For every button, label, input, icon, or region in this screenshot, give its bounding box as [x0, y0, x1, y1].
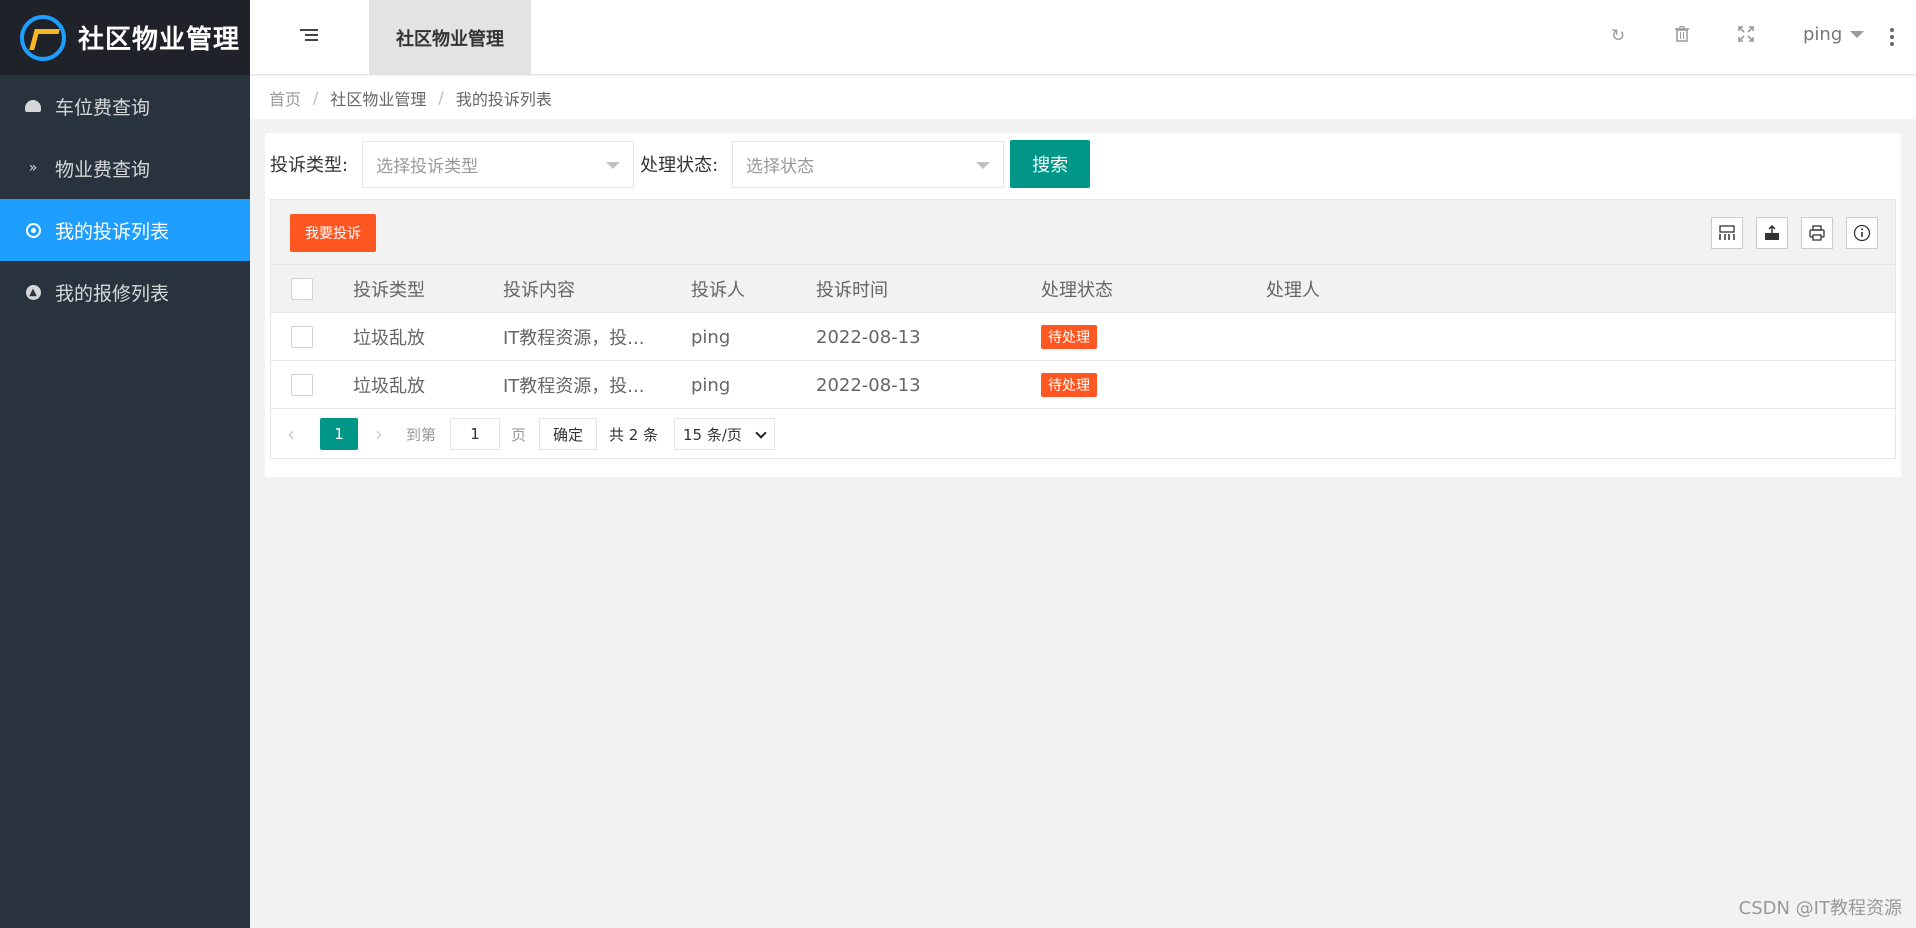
cell-time: 2022-08-13 [816, 374, 921, 396]
breadcrumb-separator: / [438, 88, 444, 107]
total-count: 共 2 条 [609, 425, 659, 444]
cell-type: 垃圾乱放 [353, 376, 425, 397]
page-current[interactable]: 1 [320, 418, 358, 450]
pagination: ‹ 1 › 到第 1 页 确定 共 2 条 15 条/页 [271, 409, 1895, 459]
sidebar-item-my-complaints[interactable]: 我的投诉列表 [0, 199, 250, 261]
table-header-row: 投诉类型 投诉内容 投诉人 投诉时间 处理状态 处理人 [271, 265, 1895, 313]
chevron-down-icon [755, 427, 767, 439]
sidebar-item-parking-fee[interactable]: 车位费查询 [0, 75, 250, 137]
radio-dot-icon [25, 222, 41, 238]
row-checkbox[interactable] [291, 374, 313, 396]
status-placeholder: 选择状态 [746, 156, 815, 177]
breadcrumb-separator: / [313, 88, 319, 107]
complaint-table: 我要投诉 投诉类型 投诉内容 投诉人 投诉时间 处理状态 处理人 垃圾乱放 IT… [270, 199, 1896, 459]
cell-time: 2022-08-13 [816, 326, 921, 348]
dropdown-arrow-icon [976, 161, 991, 169]
sidebar-item-label: 物业费查询 [55, 158, 151, 181]
column-header[interactable]: 处理人 [1266, 265, 1320, 313]
trash-icon[interactable] [1672, 25, 1692, 46]
complaint-type-placeholder: 选择投诉类型 [376, 156, 479, 177]
watermark: CSDN @IT教程资源 [1738, 898, 1902, 919]
cell-content: IT教程资源，投... [503, 376, 645, 397]
menu-toggle-icon[interactable] [300, 29, 318, 43]
print-icon[interactable] [1801, 217, 1833, 249]
sidebar: 社区物业管理 车位费查询 » 物业费查询 我的投诉列表 ▲ 我的报修列表 [0, 0, 250, 928]
circle-up-icon: ▲ [25, 284, 41, 300]
status-badge: 待处理 [1041, 325, 1097, 349]
sidebar-item-label: 我的报修列表 [55, 282, 170, 305]
breadcrumb-section[interactable]: 社区物业管理 [330, 86, 426, 110]
breadcrumb-current: 我的投诉列表 [455, 89, 552, 109]
user-menu[interactable]: ping [1803, 24, 1865, 45]
status-badge: 待处理 [1041, 373, 1097, 397]
header-tab[interactable]: 社区物业管理 [369, 0, 531, 75]
caret-down-icon [1850, 31, 1865, 38]
gauge-icon [25, 98, 41, 114]
refresh-icon[interactable]: ↻ [1608, 26, 1628, 46]
page-size-value: 15 条/页 [683, 425, 742, 444]
table-row[interactable]: 垃圾乱放 IT教程资源，投... ping 2022-08-13 待处理 [271, 361, 1895, 409]
app-title: 社区物业管理 [78, 25, 241, 55]
main-card: 投诉类型: 选择投诉类型 处理状态: 选择状态 搜索 我要投诉 投诉类型 投诉内… [265, 133, 1901, 477]
sidebar-item-label: 车位费查询 [55, 96, 151, 119]
more-vertical-icon[interactable] [1890, 28, 1894, 49]
row-checkbox[interactable] [291, 326, 313, 348]
username: ping [1803, 24, 1843, 45]
double-chevron-down-icon: » [28, 160, 38, 176]
status-select[interactable]: 选择状态 [732, 140, 1005, 188]
breadcrumb: 首页 / 社区物业管理 / 我的投诉列表 [250, 76, 1916, 119]
next-page-icon[interactable]: › [375, 418, 383, 450]
column-header[interactable]: 投诉类型 [353, 265, 425, 313]
breadcrumb-home[interactable]: 首页 [269, 86, 301, 110]
logo-icon [20, 14, 66, 61]
info-icon[interactable] [1846, 217, 1878, 249]
top-header: 社区物业管理 ↻ ping [250, 0, 1916, 75]
select-all-checkbox[interactable] [291, 278, 313, 300]
page-label: 页 [511, 425, 527, 444]
column-header[interactable]: 投诉内容 [503, 265, 575, 313]
prev-page-icon[interactable]: ‹ [287, 418, 295, 450]
cell-person: ping [691, 326, 731, 348]
cell-person: ping [691, 374, 731, 396]
table-row[interactable]: 垃圾乱放 IT教程资源，投... ping 2022-08-13 待处理 [271, 313, 1895, 361]
fullscreen-icon[interactable] [1736, 26, 1756, 46]
add-complaint-button[interactable]: 我要投诉 [290, 214, 376, 252]
sidebar-item-my-repairs[interactable]: ▲ 我的报修列表 [0, 261, 250, 323]
export-icon[interactable] [1756, 217, 1788, 249]
goto-label: 到第 [406, 425, 437, 444]
search-button[interactable]: 搜索 [1010, 140, 1091, 188]
sidebar-item-label: 我的投诉列表 [55, 220, 170, 243]
goto-page-input[interactable]: 1 [450, 418, 500, 450]
goto-confirm-button[interactable]: 确定 [539, 418, 597, 450]
columns-icon[interactable] [1711, 217, 1743, 249]
complaint-type-label: 投诉类型: [270, 155, 349, 176]
column-header[interactable]: 投诉人 [691, 265, 745, 313]
status-label: 处理状态: [640, 155, 719, 176]
table-toolbar: 我要投诉 [271, 200, 1895, 265]
column-header[interactable]: 投诉时间 [816, 265, 888, 313]
dropdown-arrow-icon [606, 161, 621, 169]
column-header[interactable]: 处理状态 [1041, 265, 1113, 313]
cell-type: 垃圾乱放 [353, 328, 425, 349]
complaint-type-select[interactable]: 选择投诉类型 [362, 140, 635, 188]
filter-bar: 投诉类型: 选择投诉类型 处理状态: 选择状态 搜索 [270, 140, 1091, 188]
cell-content: IT教程资源，投... [503, 328, 645, 349]
logo[interactable]: 社区物业管理 [0, 0, 250, 75]
page-size-select[interactable]: 15 条/页 [674, 418, 775, 450]
sidebar-item-property-fee[interactable]: » 物业费查询 [0, 137, 250, 199]
